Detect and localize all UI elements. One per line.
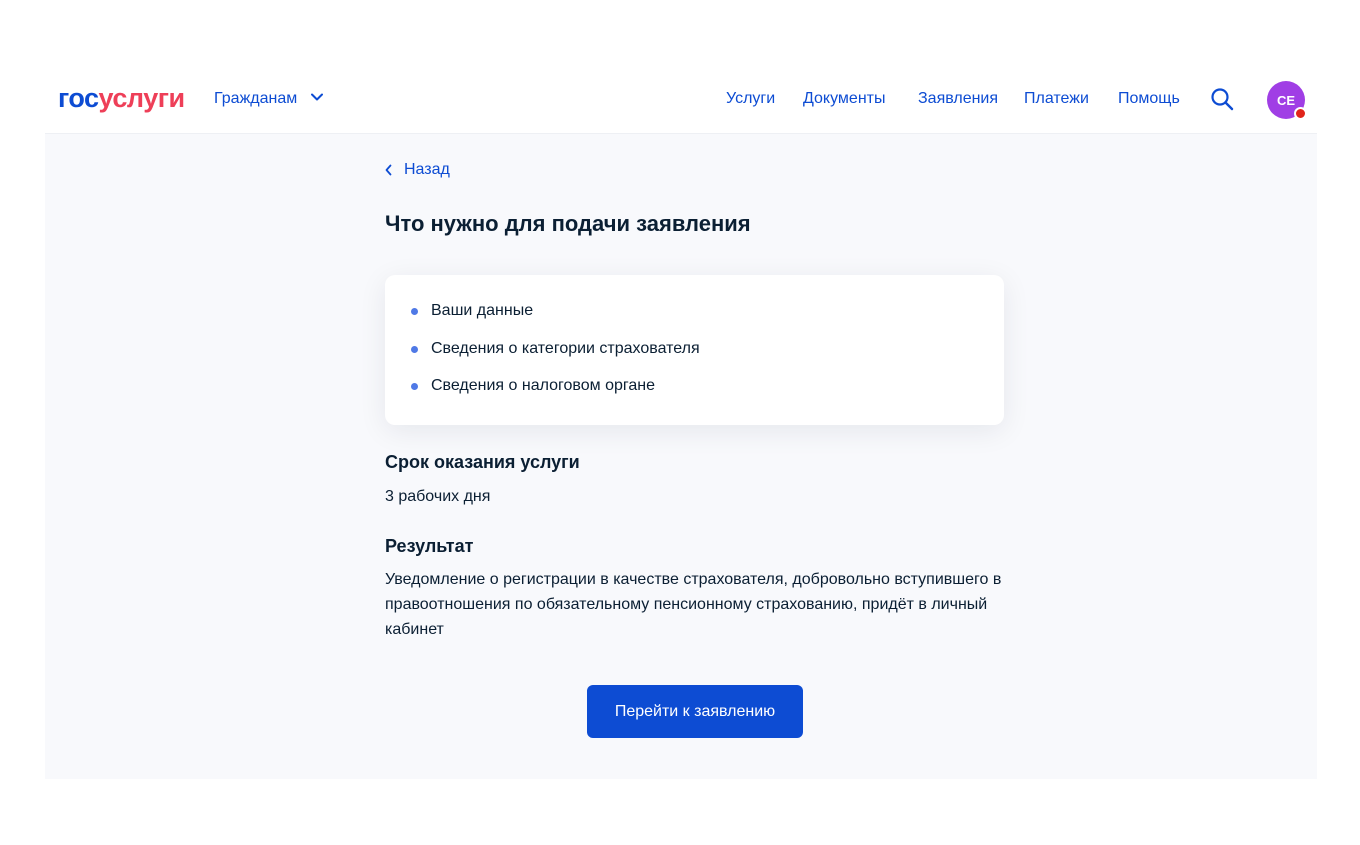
avatar-initials: СЕ <box>1276 92 1296 108</box>
top-header: госуслуги Гражданам Услуги Документы Зая… <box>45 66 1317 133</box>
chevron-down-icon[interactable] <box>311 93 323 101</box>
list-item: Сведения о категории страхователя <box>411 338 1004 360</box>
nav-documents[interactable]: Документы <box>803 88 885 110</box>
nav-help[interactable]: Помощь <box>1118 88 1180 110</box>
list-item-label: Сведения о налоговом органе <box>431 377 655 394</box>
list-item: Ваши данные <box>411 300 1004 322</box>
go-to-application-button[interactable]: Перейти к заявлению <box>587 685 803 738</box>
bullet <box>411 308 418 315</box>
bullet <box>411 383 418 390</box>
chevron-left-icon <box>385 164 392 176</box>
term-value: 3 рабочих дня <box>385 488 491 505</box>
page-title: Что нужно для подачи заявления <box>385 211 751 236</box>
list-item: Сведения о налоговом органе <box>411 375 1004 397</box>
result-heading: Результат <box>385 536 474 556</box>
gosuslugi-logo[interactable]: госуслуги <box>58 83 185 113</box>
nav-applications[interactable]: Заявления <box>918 88 998 110</box>
page-frame: госуслуги Гражданам Услуги Документы Зая… <box>45 66 1317 779</box>
back-link[interactable]: Назад <box>385 159 450 181</box>
nav-payments[interactable]: Платежи <box>1024 88 1089 110</box>
notification-dot <box>1294 107 1307 120</box>
bullet <box>411 345 418 353</box>
result-text: Уведомление о регистрации в качестве стр… <box>385 571 1002 638</box>
logo-part-uslugi: услуги <box>98 83 186 113</box>
search-icon[interactable] <box>1210 87 1234 111</box>
term-heading: Срок оказания услуги <box>385 452 580 472</box>
list-item-label: Сведения о категории страхователя <box>431 339 700 357</box>
logo-part-gos: гос <box>58 83 99 113</box>
requirements-list: Ваши данные Сведения о категории страхов… <box>385 275 1004 397</box>
nav-services[interactable]: Услуги <box>726 88 775 110</box>
list-item-label: Ваши данные <box>431 302 534 319</box>
requirements-card: Ваши данные Сведения о категории страхов… <box>385 275 1004 425</box>
back-link-label: Назад <box>404 161 450 178</box>
audience-selector[interactable]: Гражданам <box>214 88 297 110</box>
